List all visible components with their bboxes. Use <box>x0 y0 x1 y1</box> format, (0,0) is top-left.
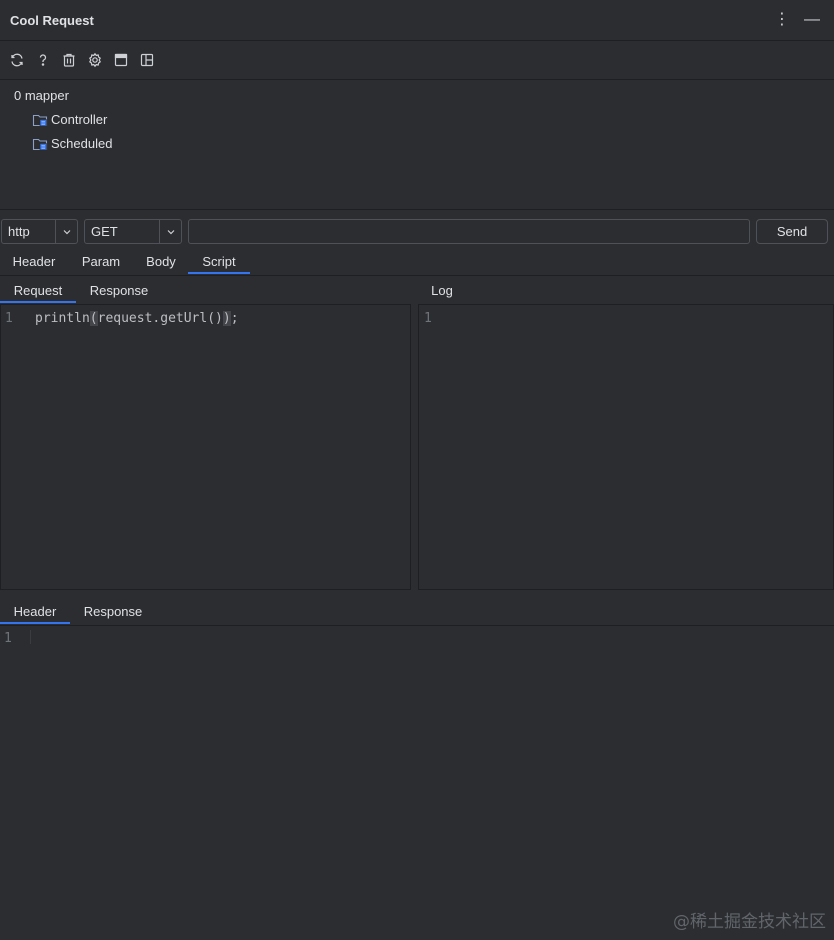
tab-response-body[interactable]: Response <box>70 598 156 624</box>
method-select[interactable]: GET <box>84 219 182 244</box>
response-tabs: Header Response <box>0 598 156 624</box>
layout-icon[interactable] <box>134 47 160 73</box>
minimize-icon[interactable]: — <box>804 10 820 30</box>
tool-window-title: Cool Request <box>10 12 94 28</box>
log-editor[interactable]: 1 <box>418 304 834 590</box>
code-token-paren: ( <box>89 311 98 326</box>
tab-script-request[interactable]: Request <box>0 277 76 303</box>
code-token: ; <box>230 311 239 326</box>
divider <box>0 275 834 276</box>
chevron-down-icon <box>55 220 77 243</box>
tab-header[interactable]: Header <box>0 248 68 274</box>
watermark: @稀土掘金技术社区 <box>673 912 826 932</box>
gear-icon[interactable] <box>82 47 108 73</box>
folder-class-icon <box>32 138 48 151</box>
protocol-value: http <box>8 224 30 239</box>
tab-param[interactable]: Param <box>68 248 134 274</box>
header-actions: ⋮ — <box>774 10 820 30</box>
line-number: 1 <box>4 631 12 646</box>
code-token: println <box>35 311 90 326</box>
protocol-select[interactable]: http <box>1 219 78 244</box>
method-value: GET <box>91 224 118 239</box>
code-token: request.getUrl() <box>97 311 223 326</box>
tool-window-header: Cool Request ⋮ — <box>0 0 834 41</box>
send-button[interactable]: Send <box>756 219 828 244</box>
code-line[interactable]: println(request.getUrl()); <box>35 311 239 327</box>
tree-item-scheduled[interactable]: Scheduled <box>32 136 112 152</box>
script-editor[interactable]: 1 println(request.getUrl()); <box>0 304 411 590</box>
more-options-icon[interactable]: ⋮ <box>774 10 790 30</box>
response-editor[interactable]: 1 <box>0 626 834 940</box>
help-icon[interactable] <box>30 47 56 73</box>
window-icon[interactable] <box>108 47 134 73</box>
tab-response-header[interactable]: Header <box>0 598 70 624</box>
tab-script[interactable]: Script <box>188 248 250 274</box>
tree-item-controller[interactable]: Controller <box>32 112 107 128</box>
tree-item-label: Controller <box>51 112 108 127</box>
tree-root-label[interactable]: 0 mapper <box>14 88 69 104</box>
tab-body[interactable]: Body <box>134 248 188 274</box>
request-bar: http GET Send <box>0 219 834 245</box>
trash-icon[interactable] <box>56 47 82 73</box>
log-tabs: Log <box>418 277 466 303</box>
refresh-icon[interactable] <box>4 47 30 73</box>
request-tabs: Header Param Body Script <box>0 248 250 274</box>
url-input[interactable] <box>188 219 750 244</box>
line-number: 1 <box>424 311 432 326</box>
text-cursor <box>30 630 31 644</box>
tree-item-label: Scheduled <box>51 136 113 151</box>
code-token-paren: ) <box>222 311 231 326</box>
mapper-tree: 0 mapper Controller Scheduled <box>0 80 834 210</box>
chevron-down-icon <box>159 220 181 243</box>
log-label: Log <box>431 282 453 298</box>
line-number: 1 <box>5 311 13 326</box>
toolbar <box>0 41 834 80</box>
folder-class-icon <box>32 114 48 127</box>
tab-script-response[interactable]: Response <box>76 277 162 303</box>
script-tabs: Request Response <box>0 277 162 303</box>
